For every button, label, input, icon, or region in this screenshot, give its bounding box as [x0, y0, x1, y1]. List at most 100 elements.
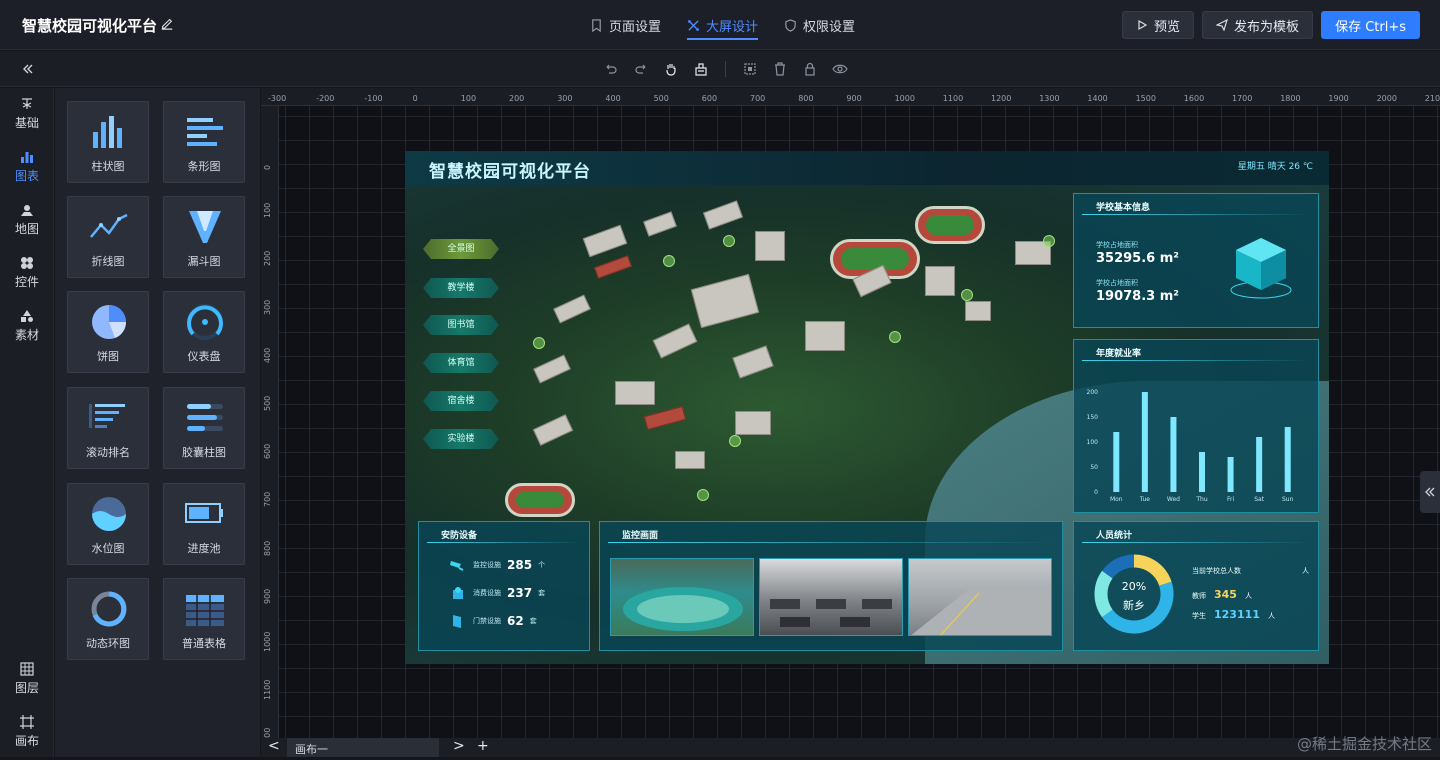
nav-material[interactable]: 素材	[0, 308, 54, 354]
dashboard-nav-teaching[interactable]: 教学楼	[423, 278, 499, 298]
consume-device-icon	[453, 587, 463, 599]
publish-template-button[interactable]: 发布为模板	[1202, 11, 1314, 39]
shield-icon	[785, 18, 796, 32]
map-marker[interactable]	[697, 489, 709, 501]
component-line-chart[interactable]: 折线图	[67, 196, 149, 278]
layers-icon	[20, 662, 34, 676]
group-icon[interactable]	[742, 61, 758, 77]
table-icon	[186, 595, 224, 626]
bookmark-icon	[592, 18, 601, 32]
component-label: 折线图	[91, 255, 125, 268]
employment-bar-chart: 0 50 100 150 200 Mon Tue Wed Thu Fri Sat Sun	[1087, 389, 1294, 503]
nav-control[interactable]: 控件	[0, 255, 54, 301]
map-marker[interactable]	[663, 255, 675, 267]
redo-icon[interactable]	[633, 61, 649, 77]
component-pie-chart[interactable]: 饼图	[67, 291, 149, 373]
building	[594, 255, 632, 279]
component-scroll-ranking[interactable]: 滚动排名	[67, 387, 149, 469]
component-label: 仪表盘	[187, 350, 221, 363]
dashboard-nav-gym[interactable]: 体育馆	[423, 353, 499, 373]
component-funnel[interactable]: 漏斗图	[163, 196, 245, 278]
donut-slice[interactable]	[1102, 554, 1135, 579]
x-tick-label: Fri	[1227, 496, 1234, 503]
ruler-tick: 1000	[894, 94, 915, 103]
component-table[interactable]: 普通表格	[163, 578, 245, 660]
map-marker[interactable]	[1043, 235, 1055, 247]
component-gauge[interactable]: 仪表盘	[163, 291, 245, 373]
sports-track	[915, 206, 985, 244]
play-icon	[1138, 19, 1148, 31]
component-label: 胶囊柱图	[182, 446, 226, 459]
line-chart-icon	[90, 213, 128, 238]
tab-page-settings[interactable]: 页面设置	[590, 0, 661, 50]
panel-divider	[1082, 214, 1310, 215]
total-people-unit: 人	[1302, 567, 1309, 575]
component-label: 普通表格	[182, 637, 226, 650]
nav-basic[interactable]: 基础	[0, 96, 54, 142]
dashboard-nav-library[interactable]: 图书馆	[423, 315, 499, 335]
camera-feed-3[interactable]	[908, 558, 1052, 636]
dashboard-nav-dorm[interactable]: 宿舍楼	[423, 391, 499, 411]
collapse-panel-icon[interactable]	[20, 61, 36, 77]
hand-icon[interactable]	[663, 61, 679, 77]
expand-right-panel-button[interactable]	[1420, 471, 1440, 513]
donut-slice[interactable]	[1094, 570, 1113, 618]
camera-feed-1[interactable]	[610, 558, 754, 636]
save-button[interactable]: 保存 Ctrl+s	[1321, 11, 1420, 39]
dashboard-nav-panorama[interactable]: 全景图	[423, 239, 499, 259]
nav-canvas[interactable]: 画布	[0, 714, 54, 760]
tab-screen-design[interactable]: 大屏设计	[687, 0, 759, 50]
nav-layers[interactable]: 图层	[0, 661, 54, 707]
component-horizontal-bar[interactable]: 条形图	[163, 101, 245, 183]
access-gate-icon	[453, 615, 461, 628]
monitor-panel: 监控画面	[599, 521, 1063, 651]
component-water-level[interactable]: 水位图	[67, 483, 149, 565]
add-canvas-button[interactable]: +	[477, 738, 489, 754]
camera-feed-2[interactable]	[759, 558, 903, 636]
bar[interactable]	[1170, 417, 1177, 492]
component-capsule-bar[interactable]: 胶囊柱图	[163, 387, 245, 469]
bar[interactable]	[1256, 437, 1263, 492]
horizontal-ruler: -300 -200 -100 0 100 200 300 400 500 600 700 800 900…	[261, 88, 1440, 106]
component-dynamic-ring[interactable]: 动态环图	[67, 578, 149, 660]
map-marker[interactable]	[723, 235, 735, 247]
ruler-tick: 1700	[1232, 94, 1253, 103]
tab-label: 大屏设计	[706, 19, 759, 35]
bar[interactable]	[1227, 457, 1234, 492]
edit-icon[interactable]	[160, 16, 174, 30]
tab-permission-settings[interactable]: 权限设置	[784, 0, 855, 50]
building	[615, 381, 655, 405]
eye-icon[interactable]	[832, 61, 848, 77]
ruler-tick: 1400	[1087, 94, 1108, 103]
building	[703, 200, 743, 230]
map-marker[interactable]	[961, 289, 973, 301]
canvas-tab[interactable]: 画布一	[287, 738, 439, 757]
preview-button[interactable]: 预览	[1122, 11, 1195, 39]
next-canvas-button[interactable]: >	[453, 738, 465, 754]
prev-canvas-button[interactable]: <	[268, 738, 280, 754]
bar[interactable]	[1199, 452, 1205, 492]
undo-icon[interactable]	[603, 61, 619, 77]
ruler-tick: 500	[653, 94, 669, 103]
bar[interactable]	[1284, 427, 1291, 492]
donut-percent: 20%	[1121, 580, 1147, 593]
save-label: 保存 Ctrl+s	[1335, 19, 1406, 35]
map-marker[interactable]	[889, 331, 901, 343]
bar[interactable]	[1113, 432, 1120, 492]
delete-icon[interactable]	[772, 61, 788, 77]
lock-icon[interactable]	[802, 61, 818, 77]
map-marker[interactable]	[533, 337, 545, 349]
y-tick-label: 50	[1090, 464, 1098, 471]
nav-chart[interactable]: 图表	[0, 149, 54, 195]
component-bar-chart[interactable]: 柱状图	[67, 101, 149, 183]
dashboard-screen[interactable]: 智慧校园可视化平台 星期五 晴天 26 ℃ 全景图 教学楼 图书馆 体育馆 宿舍…	[405, 151, 1329, 664]
building	[755, 231, 785, 261]
map-marker[interactable]	[729, 435, 741, 447]
component-progress-pool[interactable]: 进度池	[163, 483, 245, 565]
student-unit: 人	[1267, 612, 1275, 620]
bar[interactable]	[1141, 392, 1148, 492]
nav-map[interactable]: 地图	[0, 202, 54, 248]
teacher-unit: 人	[1244, 592, 1252, 600]
dashboard-nav-lab[interactable]: 实验楼	[423, 429, 499, 449]
clear-icon[interactable]	[693, 61, 709, 77]
